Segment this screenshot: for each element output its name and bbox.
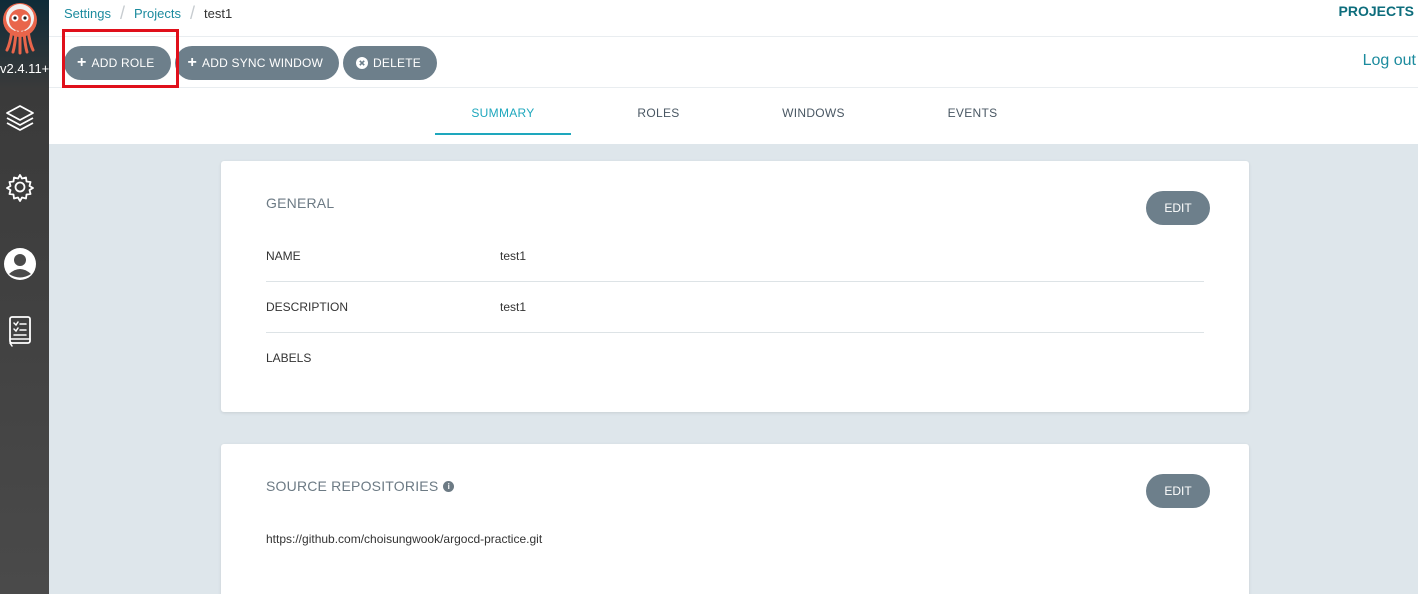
tab-bar: SUMMARY ROLES WINDOWS EVENTS bbox=[435, 106, 1064, 135]
repository-url: https://github.com/choisungwook/argocd-p… bbox=[266, 532, 543, 546]
divider bbox=[49, 36, 1418, 37]
book-icon[interactable] bbox=[0, 313, 40, 349]
layers-icon[interactable] bbox=[0, 100, 40, 136]
argo-logo[interactable] bbox=[0, 0, 44, 58]
tab-windows[interactable]: WINDOWS bbox=[746, 106, 881, 135]
breadcrumb-projects[interactable]: Projects bbox=[134, 6, 181, 21]
field-key: LABELS bbox=[266, 351, 312, 365]
delete-button[interactable]: DELETE bbox=[343, 46, 437, 80]
gear-icon[interactable] bbox=[0, 169, 40, 205]
source-repositories-edit-button[interactable]: EDIT bbox=[1146, 474, 1210, 508]
delete-label: DELETE bbox=[373, 56, 421, 70]
source-repositories-card: SOURCE REPOSITORIES i EDIT https://github… bbox=[221, 444, 1249, 594]
field-row-name: NAME test1 bbox=[266, 249, 1204, 300]
info-icon[interactable]: i bbox=[443, 480, 455, 492]
general-card: GENERAL EDIT NAME test1 DESCRIPTION test… bbox=[221, 161, 1249, 412]
breadcrumb-settings[interactable]: Settings bbox=[64, 6, 111, 21]
field-key: NAME bbox=[266, 249, 301, 263]
highlight-box bbox=[62, 29, 179, 88]
tab-events[interactable]: EVENTS bbox=[881, 106, 1064, 135]
row-divider bbox=[266, 332, 1204, 333]
source-repositories-title: SOURCE REPOSITORIES bbox=[266, 478, 439, 494]
breadcrumb-separator: / bbox=[119, 3, 125, 23]
field-value: test1 bbox=[500, 300, 527, 314]
source-repositories-title-row: SOURCE REPOSITORIES i bbox=[266, 478, 455, 494]
page-section-title: PROJECTS bbox=[1338, 3, 1414, 19]
logout-link[interactable]: Log out bbox=[1363, 52, 1416, 70]
breadcrumb-separator: / bbox=[189, 3, 195, 23]
general-title: GENERAL bbox=[266, 195, 335, 211]
sidebar: v2.4.11+ bbox=[0, 0, 49, 594]
field-row-labels: LABELS bbox=[266, 351, 1204, 402]
times-circle-icon bbox=[356, 57, 369, 69]
general-edit-button[interactable]: EDIT bbox=[1146, 191, 1210, 225]
field-value: test1 bbox=[500, 249, 527, 263]
row-divider bbox=[266, 281, 1204, 282]
plus-icon: + bbox=[187, 54, 198, 71]
tab-roles[interactable]: ROLES bbox=[571, 106, 746, 135]
version-label: v2.4.11+ bbox=[0, 61, 50, 76]
user-circle-icon[interactable] bbox=[0, 246, 40, 282]
breadcrumb-current: test1 bbox=[203, 6, 233, 21]
divider bbox=[49, 87, 1418, 88]
tab-summary[interactable]: SUMMARY bbox=[435, 106, 571, 135]
add-sync-window-button[interactable]: + ADD SYNC WINDOW bbox=[174, 46, 340, 80]
field-row-description: DESCRIPTION test1 bbox=[266, 300, 1204, 351]
top-bar: Settings / Projects / test1 PROJECTS + A… bbox=[49, 0, 1418, 144]
breadcrumb: Settings / Projects / test1 bbox=[64, 3, 232, 24]
field-key: DESCRIPTION bbox=[266, 300, 349, 314]
add-sync-window-label: ADD SYNC WINDOW bbox=[202, 56, 324, 70]
